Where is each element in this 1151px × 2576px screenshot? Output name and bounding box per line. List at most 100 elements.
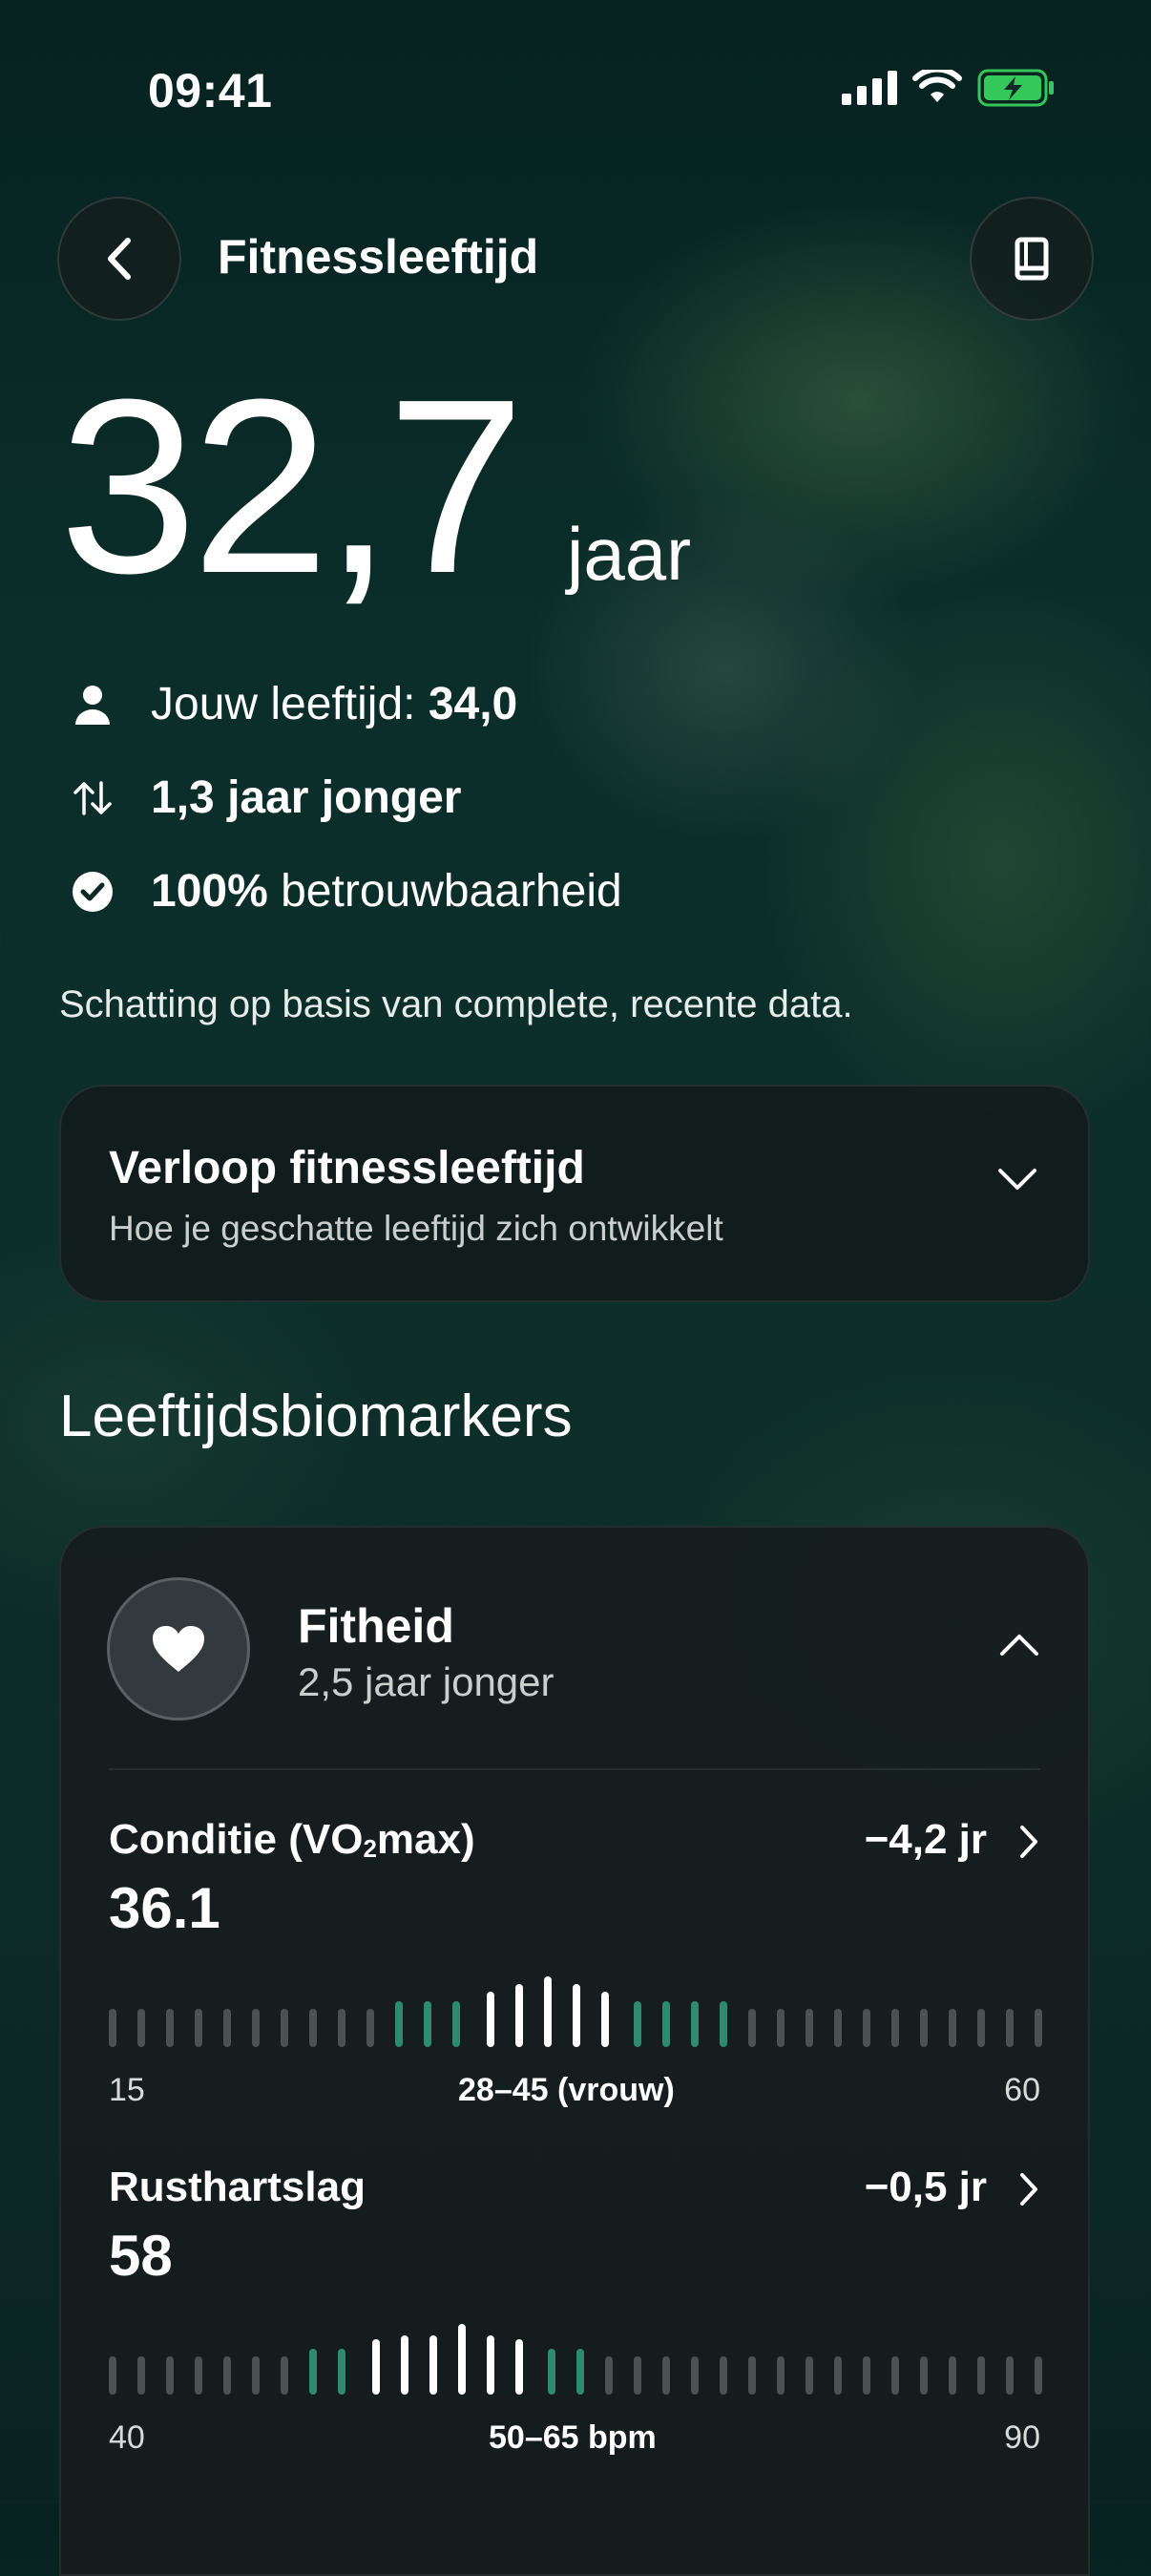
range-bar <box>487 2335 494 2395</box>
chevron-right-icon <box>1020 2173 1037 2206</box>
range-bar <box>195 2356 202 2395</box>
range-bar <box>338 2009 345 2047</box>
range-bar <box>977 2009 985 2047</box>
range-bar <box>366 2009 374 2047</box>
range-bar <box>605 2356 613 2395</box>
range-bar <box>634 2356 641 2395</box>
range-bar <box>372 2339 380 2395</box>
range-bar <box>424 2001 431 2047</box>
trend-card-subtitle: Hoe je geschatte leeftijd zich ontwikkel… <box>109 1209 723 1248</box>
arrows-updown-icon <box>65 779 120 817</box>
range-bar <box>949 2009 956 2047</box>
range-bar <box>601 1992 609 2047</box>
range-bars <box>109 2316 1044 2395</box>
range-bar <box>691 2356 699 2395</box>
range-bar <box>806 2009 813 2047</box>
range-bar <box>309 2349 317 2395</box>
range-bar <box>634 2001 641 2047</box>
metric-name: Rusthartslag <box>109 2164 366 2210</box>
range-bar <box>137 2356 145 2395</box>
reliability-label: betrouwbaarheid <box>267 866 622 917</box>
range-bar <box>949 2356 956 2395</box>
range-bar <box>806 2356 813 2395</box>
range-bar <box>1035 2356 1042 2395</box>
range-bar <box>691 2001 699 2047</box>
range-bar <box>252 2009 260 2047</box>
category-subtitle: 2,5 jaar jonger <box>298 1659 555 1704</box>
range-bar <box>109 2356 116 2395</box>
range-bar <box>109 2009 116 2047</box>
range-bar <box>195 2009 202 2047</box>
range-bar <box>548 2349 555 2395</box>
signal-icon <box>842 71 897 105</box>
scale-range: 28–45 (vrouw) <box>458 2072 675 2108</box>
estimate-note: Schatting op basis van complete, recente… <box>59 983 853 1025</box>
own-age-row: Jouw leeftijd: 34,0 <box>65 678 517 730</box>
range-bar <box>309 2009 317 2047</box>
range-bar <box>1006 2356 1014 2395</box>
range-bar <box>573 1984 580 2047</box>
range-bar <box>748 2356 756 2395</box>
range-bar <box>338 2349 345 2395</box>
own-age-value: 34,0 <box>428 679 518 729</box>
range-bar <box>748 2009 756 2047</box>
guide-button[interactable] <box>970 197 1094 321</box>
chevron-right-icon <box>1020 1826 1037 1858</box>
range-bar <box>401 2335 408 2395</box>
back-button[interactable] <box>57 197 181 321</box>
range-bar <box>458 2324 466 2395</box>
metric-value: 58 <box>109 2224 173 2288</box>
scale-min: 15 <box>109 2072 145 2108</box>
range-bar <box>977 2356 985 2395</box>
range-bar <box>281 2356 288 2395</box>
range-bar <box>863 2009 870 2047</box>
range-bar <box>891 2009 899 2047</box>
range-bar <box>252 2356 260 2395</box>
range-bar <box>891 2356 899 2395</box>
range-bar <box>429 2335 437 2395</box>
metric-delta: −4,2 jr <box>864 1816 987 1863</box>
metric-value: 36.1 <box>109 1876 220 1940</box>
difference-row: 1,3 jaar jonger <box>65 771 461 824</box>
metric-vo2max[interactable]: Conditie (VO2max) −4,2 jr 36.1 15 28–45 … <box>109 1816 1042 2122</box>
wifi-icon <box>912 70 962 102</box>
range-bar <box>662 2356 670 2395</box>
scale-range: 50–65 bpm <box>489 2419 657 2456</box>
range-bar <box>1035 2009 1042 2047</box>
fitness-age-value: 32,7 <box>59 348 525 625</box>
fitness-age-trend-card[interactable]: Verloop fitnessleeftijd Hoe je geschatte… <box>59 1085 1090 1302</box>
battery-charging-icon <box>977 69 1054 107</box>
range-bar <box>834 2356 842 2395</box>
range-bar <box>920 2009 928 2047</box>
range-bar <box>777 2009 785 2047</box>
range-bar <box>1006 2009 1014 2047</box>
section-title: Leeftijdsbiomarkers <box>59 1383 573 1449</box>
metric-name: Conditie (VO2max) <box>109 1816 475 1863</box>
person-icon <box>65 685 120 725</box>
page-title: Fitnessleeftijd <box>218 230 539 284</box>
range-bar <box>137 2009 145 2047</box>
metric-resting-heart-rate[interactable]: Rusthartslag −0,5 jr 58 40 50–65 bpm 90 <box>109 2164 1042 2469</box>
divider <box>109 1768 1040 1770</box>
range-bar <box>223 2356 231 2395</box>
chevron-up-icon[interactable] <box>998 1631 1040 1659</box>
category-title: Fitheid <box>298 1599 454 1653</box>
scale-max: 60 <box>1004 2072 1040 2108</box>
chevron-down-icon <box>998 1169 1036 1190</box>
reliability-row: 100% betrouwbaarheid <box>65 865 622 918</box>
difference-text: 1,3 jaar jonger <box>151 772 462 823</box>
range-bar <box>576 2349 584 2395</box>
fitness-age-unit: jaar <box>567 512 692 596</box>
checkmark-circle-icon <box>65 871 120 913</box>
status-icons <box>842 69 1056 107</box>
range-bar <box>452 2001 460 2047</box>
range-bar <box>395 2001 403 2047</box>
range-bar <box>223 2009 231 2047</box>
range-bar <box>863 2356 870 2395</box>
metric-delta: −0,5 jr <box>864 2164 987 2210</box>
heart-icon <box>107 1577 250 1721</box>
range-bar <box>166 2009 174 2047</box>
range-bar <box>777 2356 785 2395</box>
chevron-left-icon <box>108 238 131 280</box>
trend-card-title: Verloop fitnessleeftijd <box>109 1143 585 1193</box>
